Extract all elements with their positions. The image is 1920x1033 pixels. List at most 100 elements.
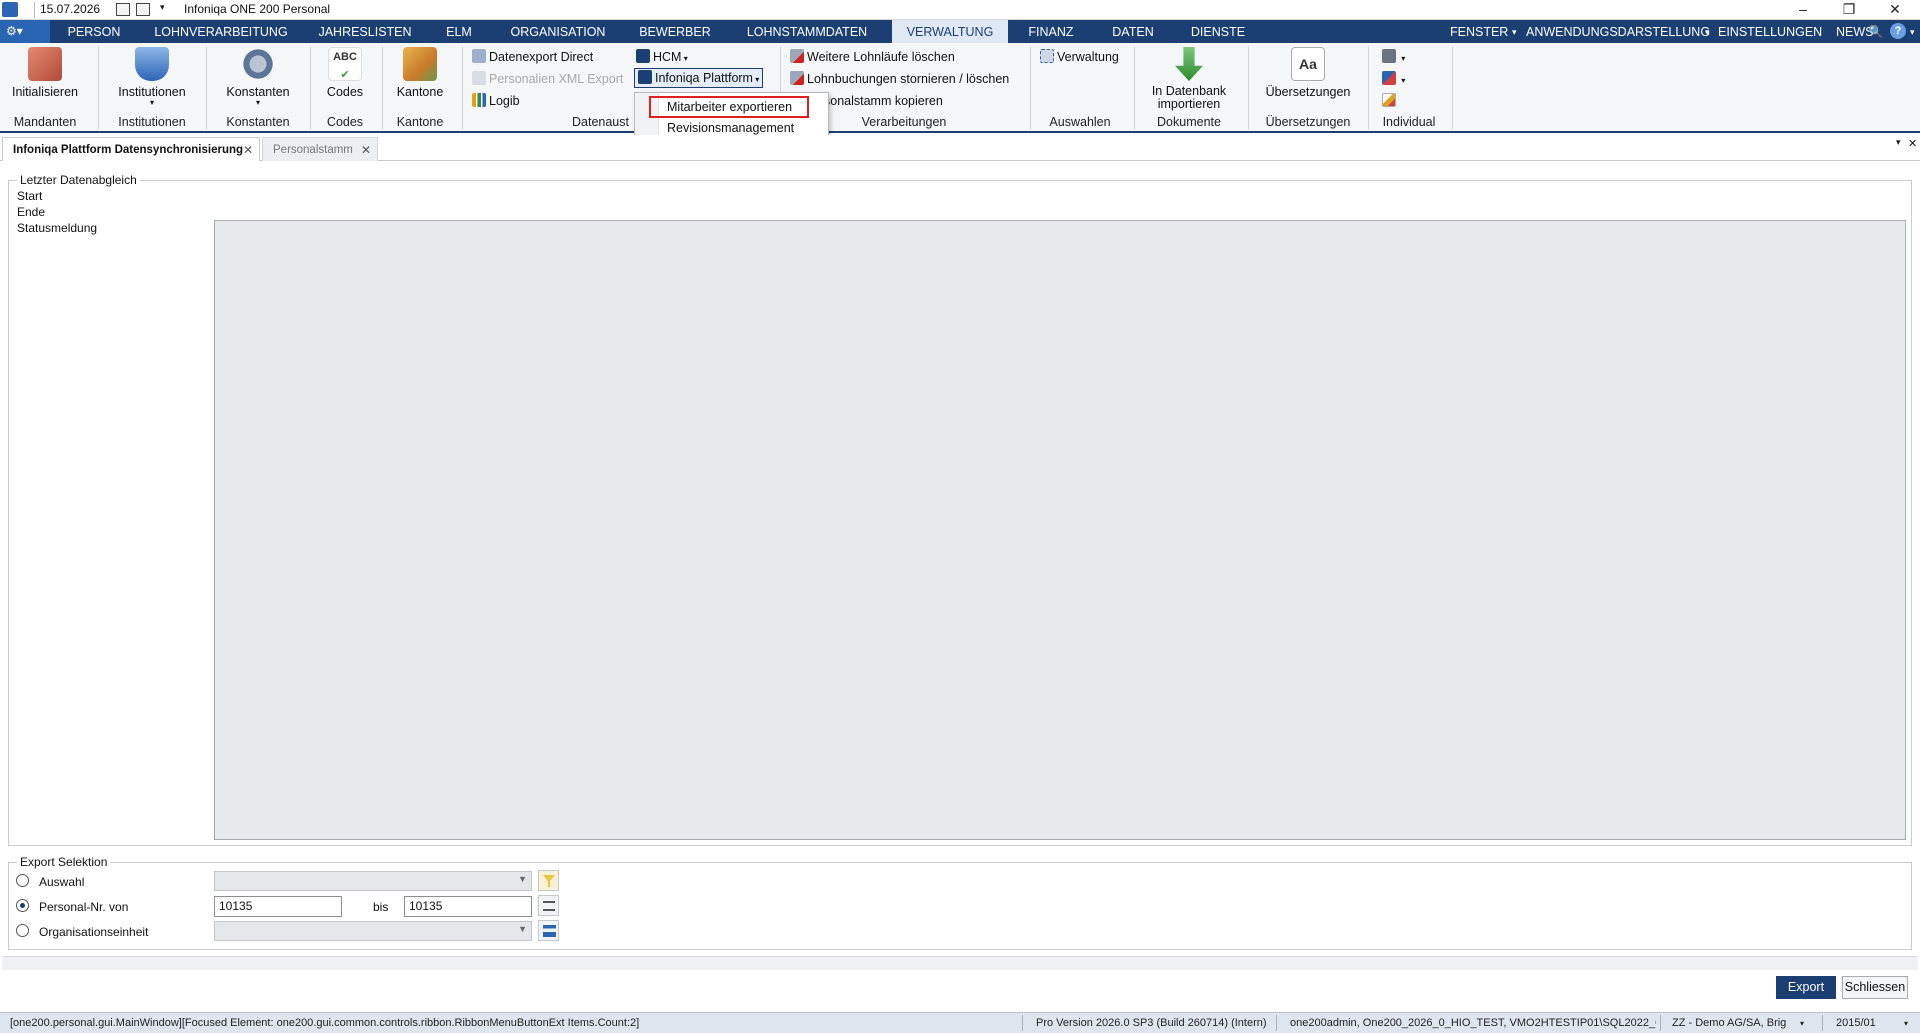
kantone-button[interactable]: Kantone — [390, 47, 450, 99]
konstanten-button[interactable]: Konstanten ▾ — [216, 47, 300, 107]
infoniqa-plattform-button[interactable]: Infoniqa Plattform ▾ — [634, 68, 764, 88]
organisationseinheit-combo[interactable]: ▼ — [214, 921, 532, 941]
period-dropdown-icon[interactable]: ▾ — [1904, 1013, 1908, 1033]
uebersetzungen-button[interactable]: Aa Übersetzungen — [1258, 47, 1358, 99]
title-separator — [34, 2, 35, 18]
logib-button[interactable]: Logib — [472, 92, 520, 110]
in-datenbank-label-2: importieren — [1157, 97, 1221, 111]
verwaltung-label: Verwaltung — [1057, 50, 1119, 64]
help-icon[interactable]: ? — [1890, 23, 1906, 39]
personal-nr-von-label: Personal-Nr. von — [39, 900, 129, 914]
group-konstanten: Konstanten — [226, 115, 290, 129]
group-individual: Individual — [1382, 115, 1436, 129]
menu-lohnverarbeitung[interactable]: LOHNVERARBEITUNG — [146, 20, 296, 43]
filter-icon — [543, 875, 555, 887]
tab-personalstamm[interactable]: Personalstamm ✕ — [262, 137, 378, 161]
menu-fenster[interactable]: FENSTER — [1450, 20, 1508, 43]
ribbon-separator — [310, 47, 311, 129]
tab-list-dropdown-icon[interactable]: ▾ — [1896, 137, 1901, 148]
export-button[interactable]: Export — [1776, 976, 1836, 999]
weitere-lohnlaeufe-button[interactable]: Weitere Lohnläufe löschen — [790, 48, 955, 66]
org-tree-button[interactable] — [538, 920, 559, 941]
close-all-tabs-icon[interactable]: ✕ — [1908, 137, 1917, 150]
period-selector[interactable]: 2015/01 — [1836, 1013, 1886, 1033]
personalien-xml-export-button[interactable]: Personalien XML Export — [472, 70, 623, 88]
auswahl-radio[interactable] — [16, 874, 29, 887]
pencil-icon — [1382, 93, 1396, 107]
initialisieren-icon — [28, 47, 62, 81]
ribbon-separator — [1368, 47, 1369, 129]
personal-nr-radio[interactable] — [16, 899, 29, 912]
personal-nr-bis-input[interactable]: 10135 — [404, 896, 532, 917]
close-window-button[interactable]: ✕ — [1872, 0, 1918, 20]
ribbon-separator — [462, 47, 463, 129]
initialisieren-button[interactable]: Initialisieren — [6, 47, 84, 99]
auswahl-verwaltung-button[interactable]: Verwaltung — [1040, 48, 1119, 66]
hcm-button[interactable]: HCM ▾ — [636, 48, 688, 66]
document-icon[interactable] — [136, 3, 150, 16]
gear-icon — [241, 47, 275, 81]
close-tab-icon[interactable]: ✕ — [361, 138, 371, 162]
weitere-lohnlaeufe-label: Weitere Lohnläufe löschen — [807, 50, 955, 64]
company-dropdown-icon[interactable]: ▾ — [1800, 1013, 1804, 1033]
infoniqa-plattform-menu: Mitarbeiter exportieren Revisionsmanagem… — [634, 92, 829, 140]
restore-button[interactable]: ❐ — [1826, 0, 1872, 20]
personalstamm-kopieren-button[interactable]: sonalstamm kopieren — [824, 92, 943, 110]
chevron-down-icon: ▼ — [518, 874, 527, 884]
edit-button[interactable] — [1382, 92, 1399, 110]
lohnbuchungen-label: Lohnbuchungen stornieren / löschen — [807, 72, 1010, 86]
institutionen-button[interactable]: Institutionen ▾ — [108, 47, 196, 107]
current-date[interactable]: 15.07.2026 — [40, 2, 100, 16]
menu-jahreslisten[interactable]: JAHRESLISTEN — [312, 20, 418, 43]
download-arrow-icon — [1175, 47, 1203, 81]
menu-person[interactable]: PERSON — [58, 20, 130, 43]
app-icon — [2, 2, 18, 17]
menu-elm[interactable]: ELM — [436, 20, 482, 43]
codes-button[interactable]: ABC ✔ Codes — [318, 47, 372, 99]
status-separator — [1276, 1015, 1277, 1031]
list-icon — [543, 901, 555, 911]
lohnbuchungen-button[interactable]: Lohnbuchungen stornieren / löschen — [790, 70, 1009, 88]
print-button[interactable]: ▾ — [1382, 48, 1405, 66]
company-selector[interactable]: ZZ - Demo AG/SA, Brig — [1672, 1013, 1802, 1033]
menu-lohnstammdaten[interactable]: LOHNSTAMMDATEN — [736, 20, 878, 43]
search-icon[interactable]: 🔍 — [1868, 20, 1884, 43]
close-tab-icon[interactable]: ✕ — [243, 138, 253, 162]
tools-button[interactable]: ▾ — [1382, 70, 1405, 88]
mitarbeiter-exportieren-item[interactable]: Mitarbeiter exportieren — [667, 97, 792, 117]
personal-nr-von-input[interactable]: 10135 — [214, 896, 342, 917]
initialisieren-label: Initialisieren — [11, 85, 78, 99]
menu-verwaltung[interactable]: VERWALTUNG — [892, 20, 1008, 43]
menu-finanz[interactable]: FINANZ — [1020, 20, 1082, 43]
menu-bewerber[interactable]: BEWERBER — [632, 20, 718, 43]
kantone-label: Kantone — [396, 85, 444, 99]
application-menu-button[interactable]: ⚙▾ — [0, 20, 50, 43]
menu-anwendungsdarstellung[interactable]: ANWENDUNGSDARSTELLUNG — [1526, 20, 1710, 43]
filter-button[interactable] — [538, 870, 559, 891]
ribbon-separator — [1248, 47, 1249, 129]
calendar-icon[interactable] — [116, 3, 130, 16]
auswahl-combo[interactable]: ▼ — [214, 871, 532, 891]
document-tab-strip: Infoniqa Plattform Datensynchronisierung… — [0, 135, 1920, 161]
status-message-box[interactable] — [214, 220, 1906, 840]
infoniqa-plattform-label: Infoniqa Plattform — [655, 71, 753, 85]
tab-infoniqa-plattform-datensynchronisierung[interactable]: Infoniqa Plattform Datensynchronisierung… — [2, 137, 260, 161]
list-select-button[interactable] — [538, 895, 559, 916]
ribbon-separator — [382, 47, 383, 129]
in-datenbank-importieren-button[interactable]: In Datenbank importieren — [1142, 47, 1236, 111]
group-kantone: Kantone — [396, 115, 444, 129]
help-dropdown-icon[interactable]: ▾ — [1910, 20, 1915, 43]
organisationseinheit-radio[interactable] — [16, 924, 29, 937]
anwendungsdarstellung-dropdown-icon[interactable]: ▾ — [1705, 20, 1710, 43]
fenster-dropdown-icon[interactable]: ▾ — [1512, 20, 1517, 43]
quick-access-dropdown-icon[interactable]: ▾ — [160, 2, 165, 13]
print-dropdown-icon: ▾ — [1399, 54, 1406, 63]
menu-einstellungen[interactable]: EINSTELLUNGEN — [1718, 20, 1822, 43]
menu-daten[interactable]: DATEN — [1102, 20, 1164, 43]
datenexport-direct-button[interactable]: Datenexport Direct — [472, 48, 593, 66]
schliessen-button[interactable]: Schliessen — [1842, 976, 1908, 999]
menu-dienste[interactable]: DIENSTE — [1182, 20, 1254, 43]
minimize-button[interactable]: – — [1780, 0, 1826, 20]
menu-organisation[interactable]: ORGANISATION — [500, 20, 616, 43]
codes-label: Codes — [326, 85, 364, 99]
